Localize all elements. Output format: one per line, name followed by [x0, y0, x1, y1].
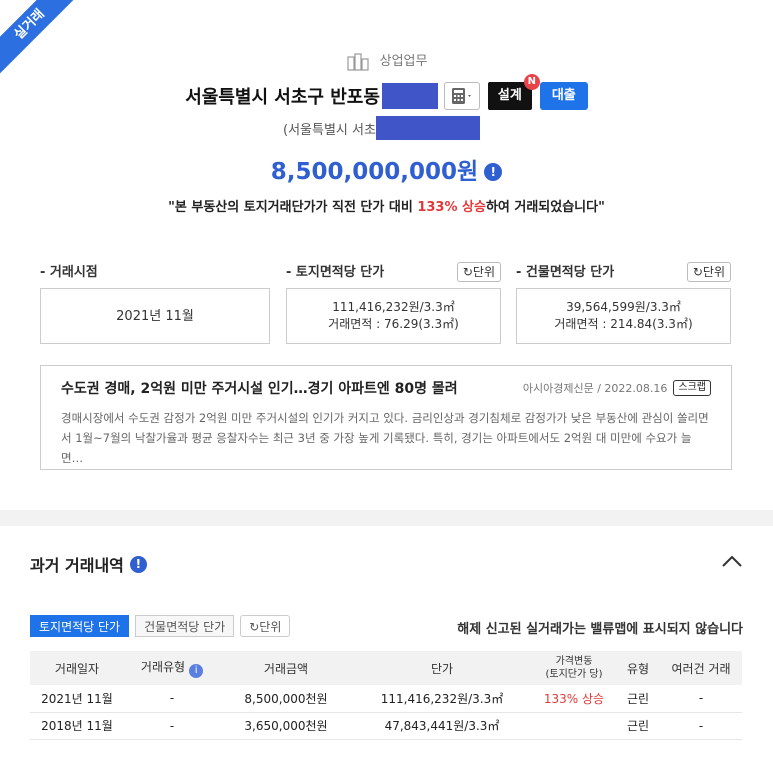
tab-building-price[interactable]: 건물면적당 단가	[135, 615, 235, 637]
type-info-icon[interactable]: i	[189, 664, 204, 678]
land-unit-button[interactable]: ↻단위	[456, 262, 501, 282]
tab-land-price[interactable]: 토지면적당 단가	[30, 615, 130, 637]
col-kind: 유형	[616, 651, 660, 685]
cell-kind: 근린	[616, 712, 660, 740]
metric-date-box: 2021년 11월	[40, 288, 270, 344]
history-unit-label: 단위	[259, 620, 282, 634]
price-row: 8,500,000,000원!	[0, 152, 773, 186]
history-unit-button[interactable]: ↻단위	[240, 615, 291, 637]
cell-unit-price: 111,416,232원/3.3㎡	[352, 685, 532, 713]
metric-building-price: 39,564,599원/3.3㎡	[566, 300, 681, 314]
cell-date: 2021년 11월	[30, 685, 124, 713]
metric-building-box: 39,564,599원/3.3㎡ 거래면적 : 214.84(3.3㎡)	[516, 288, 731, 344]
message-suffix: 하여 거래되었습니다"	[485, 200, 605, 215]
cell-type: -	[124, 712, 220, 740]
metric-date-label: - 거래시점	[40, 265, 98, 280]
loan-button[interactable]: 대출	[539, 82, 588, 110]
metric-date: - 거래시점 2021년 11월	[40, 262, 270, 344]
col-amount: 거래금액	[220, 651, 352, 685]
table-header: 거래일자 거래유형 i 거래금액 단가 가격변동 (토지단가 당) 유형 여러건 …	[30, 651, 742, 685]
metric-building-area: 거래면적 : 214.84(3.3㎡)	[554, 317, 693, 331]
building-icon	[346, 52, 369, 71]
col-change-line1: 가격변동	[555, 656, 593, 667]
building-unit-label: 단위	[702, 265, 725, 279]
col-type: 거래유형 i	[124, 651, 220, 685]
sub-address-row: (서울특별시 서초	[283, 116, 480, 140]
sub-address-redaction	[375, 116, 480, 140]
table-row[interactable]: 2018년 11월 - 3,650,000천원 47,843,441원/3.3㎡…	[30, 712, 742, 740]
land-unit-label: 단위	[472, 265, 495, 279]
col-unit-price: 단가	[352, 651, 532, 685]
cell-multi: -	[660, 712, 742, 740]
table-row[interactable]: 2021년 11월 - 8,500,000천원 111,416,232원/3.3…	[30, 685, 742, 713]
sub-address: (서울특별시 서초	[283, 122, 376, 138]
cancellation-notice: 해제 신고된 실거래가는 밸류맵에 표시되지 않습니다	[457, 622, 743, 637]
metric-land: - 토지면적당 단가 ↻단위 111,416,232원/3.3㎡ 거래면적 : …	[286, 262, 501, 344]
cell-change: 133% 상승	[532, 685, 616, 713]
cell-kind: 근린	[616, 685, 660, 713]
metric-land-box: 111,416,232원/3.3㎡ 거래면적 : 76.29(3.3㎡)	[286, 288, 501, 344]
news-body: 경매시장에서 수도권 감정가 2억원 미만 주거시설의 인기가 커지고 있다. …	[61, 408, 711, 468]
history-tabs: 토지면적당 단가 건물면적당 단가 ↻단위	[30, 615, 296, 637]
calculator-button[interactable]	[443, 82, 480, 110]
address-main: 서울특별시 서초구 반포동	[185, 87, 380, 108]
refresh-icon: ↻	[692, 265, 703, 279]
news-source: 아시아경제신문 / 2022.08.16	[522, 382, 668, 395]
address-row: 서울특별시 서초구 반포동 설계 N 대출	[0, 74, 773, 110]
news-meta: 아시아경제신문 / 2022.08.16 스크랩	[523, 380, 711, 396]
chevron-up-icon[interactable]	[721, 554, 743, 568]
refresh-icon: ↻	[462, 265, 473, 279]
col-date: 거래일자	[30, 651, 124, 685]
cell-change	[532, 712, 616, 740]
history-table: 거래일자 거래유형 i 거래금액 단가 가격변동 (토지단가 당) 유형 여러건 …	[30, 651, 742, 740]
cell-type: -	[124, 685, 220, 713]
col-change-line2: (토지단가 당)	[545, 669, 603, 680]
metric-land-price: 111,416,232원/3.3㎡	[332, 300, 455, 314]
metric-building: - 건물면적당 단가 ↻단위 39,564,599원/3.3㎡ 거래면적 : 2…	[516, 262, 731, 344]
price-change-message: "본 부동산의 토지거래단가가 직전 단가 대비 133% 상승하여 거래되었습…	[0, 196, 773, 215]
metric-date-value: 2021년 11월	[116, 308, 194, 324]
col-change: 가격변동 (토지단가 당)	[532, 651, 616, 685]
history-title-text: 과거 거래내역	[30, 556, 124, 575]
building-unit-button[interactable]: ↻단위	[686, 262, 731, 282]
category-text: 상업업무	[379, 54, 428, 69]
new-badge: N	[523, 74, 540, 90]
cell-date: 2018년 11월	[30, 712, 124, 740]
transaction-price: 8,500,000,000원	[270, 159, 479, 185]
refresh-icon: ↻	[249, 620, 260, 634]
address-redaction	[381, 83, 438, 109]
history-title: 과거 거래내역!	[30, 552, 147, 576]
cell-unit-price: 47,843,441원/3.3㎡	[352, 712, 532, 740]
calculator-icon	[451, 88, 471, 104]
cell-amount: 8,500,000천원	[220, 685, 352, 713]
news-card[interactable]: 수도권 경매, 2억원 미만 주거시설 인기…경기 아파트엔 80명 몰려 아시…	[40, 365, 732, 470]
cell-multi: -	[660, 685, 742, 713]
col-type-label: 거래유형	[140, 660, 186, 674]
history-info-icon[interactable]: !	[129, 555, 147, 573]
design-button-label: 설계	[497, 88, 522, 103]
message-prefix: "본 부동산의 토지거래단가가 직전 단가 대비	[168, 200, 418, 215]
cell-amount: 3,650,000천원	[220, 712, 352, 740]
news-body-line: 경매시장에서 수도권 감정가 2억원 미만 주거시설의 인기가 커지고 있다. …	[61, 411, 709, 425]
col-multi: 여러건 거래	[660, 651, 742, 685]
category-label: 상업업무	[0, 50, 773, 71]
scrap-button[interactable]: 스크랩	[673, 380, 711, 396]
price-info-icon[interactable]: !	[484, 163, 503, 181]
section-divider	[0, 510, 773, 526]
message-highlight: 133% 상승	[417, 200, 486, 215]
metric-land-area: 거래면적 : 76.29(3.3㎡)	[328, 317, 459, 331]
news-body-line: 서 1월~7월의 낙찰가율과 평균 응찰자수는 최근 3년 중 가장 높게 기록…	[61, 431, 692, 465]
design-button[interactable]: 설계 N	[487, 74, 540, 110]
